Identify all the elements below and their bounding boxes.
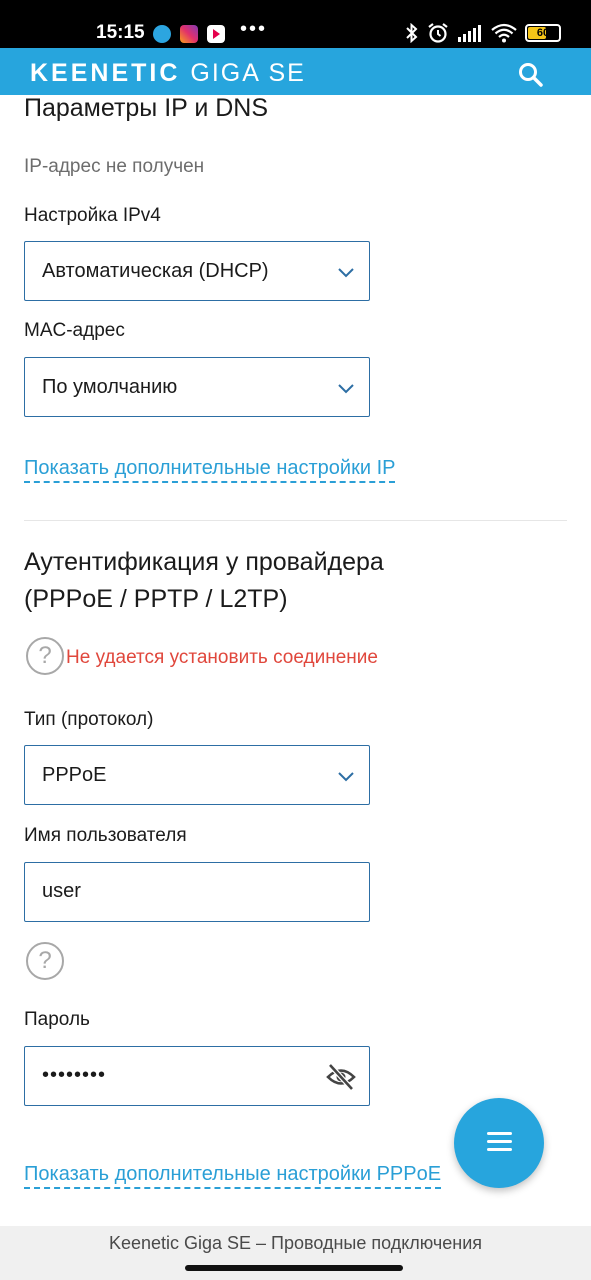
bluetooth-icon — [406, 23, 418, 43]
connection-error-text: Не удается установить соединение — [66, 647, 378, 668]
menu-icon-bar — [487, 1140, 512, 1143]
ip-status-text: IP-адрес не получен — [24, 156, 205, 177]
wifi-icon — [491, 23, 517, 43]
username-input[interactable]: user — [24, 862, 370, 922]
app-header: KEENETIC GIGA SE — [0, 48, 591, 95]
search-icon[interactable] — [514, 58, 548, 92]
help-icon[interactable]: ? — [26, 637, 64, 675]
footer-title: Keenetic Giga SE – Проводные подключения — [108, 1233, 483, 1253]
chevron-down-icon — [338, 384, 354, 394]
menu-icon-bar — [487, 1148, 512, 1151]
signal-icon — [458, 25, 481, 42]
alarm-icon — [428, 23, 448, 43]
username-label: Имя пользователя — [24, 825, 187, 846]
chevron-down-icon — [338, 268, 354, 278]
protocol-type-label: Тип (протокол) — [24, 709, 154, 730]
password-input[interactable]: •••••••• — [24, 1046, 370, 1106]
ip-section-title: Параметры IP и DNS — [24, 94, 269, 122]
brand-name: KEENETIC — [30, 59, 181, 87]
battery-level: 60 — [536, 27, 550, 39]
mac-select[interactable]: По умолчанию — [24, 357, 370, 417]
password-value: •••••••• — [42, 1064, 107, 1086]
battery-icon: 60 — [525, 24, 561, 42]
youtube-icon — [207, 25, 225, 43]
brand-logo: KEENETIC GIGA SE — [30, 59, 306, 88]
status-time: 15:15 — [96, 22, 145, 43]
show-ip-settings-link[interactable]: Показать дополнительные настройки IP — [24, 455, 396, 483]
auth-section-subtitle: (PPPoE / PPTP / L2TP) — [24, 585, 288, 613]
chevron-down-icon — [338, 772, 354, 782]
auth-section-title: Аутентификация у провайдера — [24, 548, 384, 576]
section-divider — [24, 520, 567, 521]
menu-fab-button[interactable] — [454, 1098, 544, 1188]
telegram-icon — [153, 25, 171, 43]
password-label: Пароль — [24, 1009, 90, 1030]
protocol-type-select[interactable]: PPPoE — [24, 745, 370, 805]
gesture-nav-bar[interactable] — [185, 1265, 403, 1271]
ipv4-select[interactable]: Автоматическая (DHCP) — [24, 241, 370, 301]
username-value: user — [42, 880, 81, 902]
protocol-type-value: PPPoE — [42, 764, 107, 786]
show-pppoe-settings-link[interactable]: Показать дополнительные настройки PPPoE — [24, 1161, 442, 1189]
status-bar: 15:15 ••• 60 — [0, 0, 591, 48]
mac-select-value: По умолчанию — [42, 376, 178, 398]
instagram-icon — [180, 25, 198, 43]
brand-model: GIGA SE — [190, 59, 306, 87]
page-footer: Keenetic Giga SE – Проводные подключения — [0, 1226, 591, 1280]
menu-icon — [487, 1132, 512, 1135]
ipv4-select-value: Автоматическая (DHCP) — [42, 260, 269, 282]
eye-off-icon[interactable] — [326, 1063, 356, 1091]
help-icon[interactable]: ? — [26, 942, 64, 980]
more-notifications-icon: ••• — [240, 18, 268, 40]
mac-label: MAC-адрес — [24, 320, 125, 341]
ipv4-label: Настройка IPv4 — [24, 205, 161, 226]
